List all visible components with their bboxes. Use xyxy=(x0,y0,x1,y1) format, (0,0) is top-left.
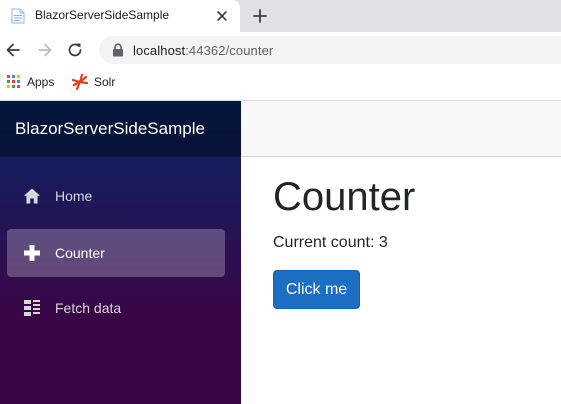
lock-icon[interactable] xyxy=(112,43,124,57)
apps-grid-icon xyxy=(7,75,21,89)
nav-label-counter: Counter xyxy=(55,245,105,261)
current-count: Current count: 3 xyxy=(273,234,388,252)
bookmark-apps-label: Apps xyxy=(27,75,55,89)
click-me-button[interactable]: Click me xyxy=(273,270,360,309)
brand-link[interactable]: BlazorServerSideSample xyxy=(15,119,205,139)
nav-item-home[interactable]: Home xyxy=(7,172,225,220)
new-tab-plus-icon[interactable] xyxy=(251,7,269,25)
home-icon xyxy=(24,188,40,204)
browser-toolbar: localhost:44362/counter xyxy=(0,32,561,68)
solr-icon xyxy=(72,74,88,90)
url-host: localhost xyxy=(133,43,186,58)
nav-item-counter[interactable]: Counter xyxy=(7,229,225,277)
browser-tab[interactable]: BlazorServerSideSample xyxy=(0,0,240,32)
address-bar[interactable]: localhost:44362/counter xyxy=(99,36,561,64)
bookmark-solr[interactable]: Solr xyxy=(72,74,115,90)
reload-icon[interactable] xyxy=(66,41,84,59)
bookmarks-bar: Apps Solr xyxy=(0,68,561,96)
bookmark-apps[interactable]: Apps xyxy=(7,74,54,90)
back-arrow-icon[interactable] xyxy=(4,41,22,59)
brand-bar: BlazorServerSideSample xyxy=(0,101,241,157)
count-value: 3 xyxy=(378,234,388,251)
nav-label-home: Home xyxy=(55,188,93,204)
count-label: Current count: xyxy=(273,234,379,251)
sidebar: BlazorServerSideSample Home Counter Fetc… xyxy=(0,101,241,404)
plus-icon xyxy=(24,245,40,261)
top-row xyxy=(241,101,561,157)
list-icon xyxy=(24,300,40,316)
page-title: Counter xyxy=(273,175,416,219)
forward-arrow-icon[interactable] xyxy=(36,41,54,59)
url-text[interactable]: localhost:44362/counter xyxy=(133,43,273,58)
close-icon[interactable] xyxy=(215,9,229,23)
bookmark-solr-label: Solr xyxy=(94,75,116,89)
url-path: :44362/counter xyxy=(185,43,274,58)
nav-item-fetch-data[interactable]: Fetch data xyxy=(7,284,225,332)
nav-label-fetch-data: Fetch data xyxy=(55,300,122,316)
tab-title: BlazorServerSideSample xyxy=(35,8,170,22)
document-icon xyxy=(11,8,25,24)
browser-tabstrip: BlazorServerSideSample xyxy=(0,0,561,32)
